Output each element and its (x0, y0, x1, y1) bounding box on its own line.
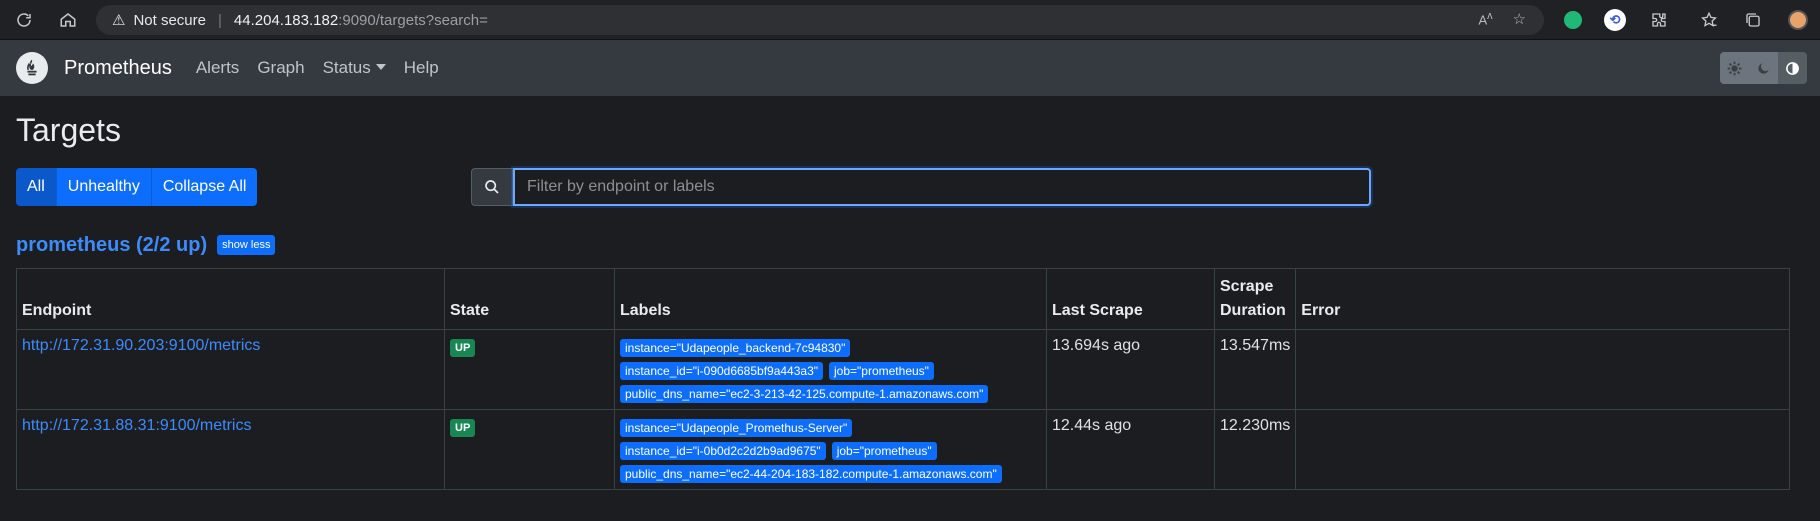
last-scrape: 13.694s ago (1046, 329, 1215, 410)
collapse-all-button[interactable]: Collapse All (151, 168, 258, 206)
caret-down-icon (375, 64, 386, 70)
column-labels: Labels (614, 268, 1047, 330)
profile-icon[interactable] (1785, 7, 1811, 33)
extension-green-icon[interactable] (1560, 7, 1586, 33)
nav-links: Alerts Graph Status Help (196, 58, 439, 78)
label-badge: instance="Udapeople_Promethus-Server" (620, 419, 853, 437)
pool-header: prometheus (2/2 up) show less (16, 230, 1804, 260)
nav-status-dropdown[interactable]: Status (323, 58, 386, 78)
main-content: Targets All Unhealthy Collapse All prome… (0, 112, 1820, 490)
address-bar[interactable]: ⚠ Not secure | 44.204.183.182:9090/targe… (96, 5, 1544, 35)
search-input[interactable] (513, 168, 1371, 206)
labels-list: instance="Udapeople_backend-7c94830" ins… (620, 336, 1040, 403)
scrape-duration: 12.230ms (1213, 409, 1297, 490)
label-badge: instance="Udapeople_backend-7c94830" (620, 339, 851, 357)
nav-help[interactable]: Help (404, 58, 439, 78)
column-scrape-duration: Scrape Duration (1213, 268, 1297, 330)
table-row: http://172.31.88.31:9100/metrics UP inst… (16, 409, 1790, 490)
brand[interactable]: Prometheus (16, 52, 172, 84)
theme-auto-button[interactable] (1778, 52, 1807, 84)
top-navbar: Prometheus Alerts Graph Status Help (0, 40, 1820, 96)
filter-all-button[interactable]: All (16, 168, 57, 206)
state-badge: UP (450, 339, 476, 357)
url-path: :9090/targets?search= (338, 11, 488, 29)
collections-icon[interactable] (1740, 7, 1766, 33)
scrape-duration: 13.547ms (1213, 329, 1297, 410)
state-badge: UP (450, 419, 476, 437)
favorites-icon[interactable] (1696, 7, 1722, 33)
warning-icon[interactable]: ⚠ (112, 11, 125, 29)
show-less-button[interactable]: show less (217, 235, 276, 255)
extensions-puzzle-icon[interactable] (1646, 7, 1672, 33)
table-header-row: Endpoint State Labels Last Scrape Scrape… (16, 268, 1790, 330)
url-host: 44.204.183.182 (233, 11, 339, 29)
pool-title[interactable]: prometheus (2/2 up) (16, 234, 207, 257)
theme-toggle-group (1720, 52, 1807, 84)
filter-button-group: All Unhealthy Collapse All (16, 168, 258, 206)
column-endpoint: Endpoint (16, 268, 445, 330)
endpoint-link[interactable]: http://172.31.90.203:9100/metrics (22, 337, 260, 354)
search-group (471, 168, 1371, 206)
browser-toolbar: ⚠ Not secure | 44.204.183.182:9090/targe… (0, 0, 1820, 40)
nav-alerts[interactable]: Alerts (196, 58, 239, 78)
search-icon (471, 168, 513, 206)
labels-list: instance="Udapeople_Promethus-Server" in… (620, 416, 1040, 483)
label-badge: instance_id="i-090d6685bf9a443a3" (620, 362, 824, 380)
label-badge: public_dns_name="ec2-3-213-42-125.comput… (620, 385, 989, 403)
column-error: Error (1295, 268, 1790, 330)
filter-controls: All Unhealthy Collapse All (16, 168, 1804, 206)
nav-status-label: Status (322, 58, 371, 77)
nav-graph[interactable]: Graph (257, 58, 304, 78)
brand-name[interactable]: Prometheus (64, 57, 172, 80)
address-actions: Aʌ ☆ (1478, 10, 1526, 28)
filter-unhealthy-button[interactable]: Unhealthy (56, 168, 152, 206)
page-title: Targets (16, 112, 121, 148)
label-badge: job="prometheus" (829, 362, 934, 380)
extension-sync-icon[interactable]: ⟲ (1602, 7, 1628, 33)
theme-light-button[interactable] (1720, 52, 1749, 84)
targets-table: Endpoint State Labels Last Scrape Scrape… (16, 268, 1790, 490)
reload-icon[interactable] (8, 4, 40, 36)
security-label[interactable]: Not secure (133, 12, 206, 29)
label-badge: job="prometheus" (831, 442, 937, 460)
error-cell (1295, 329, 1790, 410)
label-badge: instance_id="i-0b0d2c2d2b9ad9675" (620, 442, 826, 460)
column-state: State (444, 268, 615, 330)
label-badge: public_dns_name="ec2-44-204-183-182.comp… (620, 465, 1002, 483)
error-cell (1295, 409, 1790, 490)
address-separator: | (218, 11, 222, 29)
read-aloud-icon[interactable]: Aʌ (1478, 10, 1492, 28)
theme-dark-button[interactable] (1749, 52, 1778, 84)
last-scrape: 12.44s ago (1046, 409, 1215, 490)
add-favorite-icon[interactable]: ☆ (1513, 10, 1526, 28)
table-row: http://172.31.90.203:9100/metrics UP ins… (16, 329, 1790, 410)
prometheus-logo-icon[interactable] (16, 52, 48, 84)
endpoint-link[interactable]: http://172.31.88.31:9100/metrics (22, 417, 251, 434)
column-last-scrape: Last Scrape (1046, 268, 1215, 330)
home-icon[interactable] (52, 4, 84, 36)
